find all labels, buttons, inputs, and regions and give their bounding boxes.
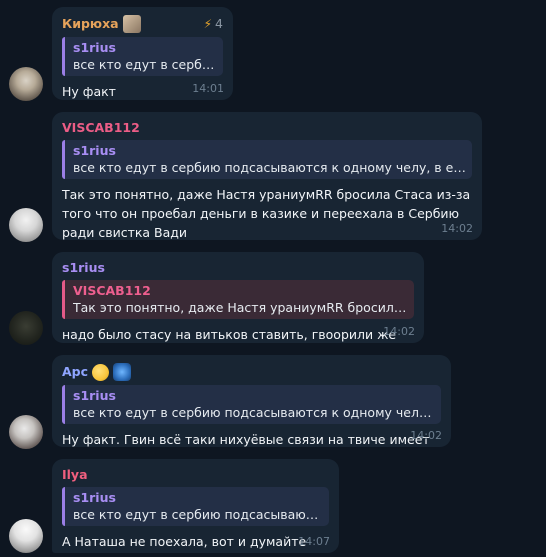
reply-text: все кто едут в сербию подсасываются к од… bbox=[73, 405, 435, 420]
message-bubble[interactable]: s1rius VISCAB112 Так это понятно, даже Н… bbox=[52, 252, 424, 343]
message-bubble[interactable]: VISCAB112 s1rius все кто едут в сербию п… bbox=[52, 112, 482, 240]
message-time: 14:01 bbox=[192, 82, 224, 95]
reply-quote[interactable]: s1rius все кто едут в сербию… bbox=[62, 37, 223, 76]
sender-name[interactable]: VISCAB112 bbox=[62, 120, 472, 136]
avatar[interactable] bbox=[9, 67, 43, 101]
message-time: 14:07 bbox=[298, 535, 330, 548]
message-text: А Наташа не поехала, вот и думайте bbox=[62, 534, 307, 549]
message-text: надо было стасу на витьков ставить, гвоо… bbox=[62, 327, 397, 342]
message-bubble[interactable]: Ilya s1rius все кто едут в сербию подсас… bbox=[52, 459, 339, 553]
sender-name-label: Кирюха bbox=[62, 16, 119, 31]
emoji-stitch-icon bbox=[113, 363, 132, 381]
message-time: 14:02 bbox=[383, 325, 415, 338]
sender-name[interactable]: Кирюха bbox=[62, 15, 223, 33]
message-time: 14:02 bbox=[410, 429, 442, 442]
status-emoji-icon bbox=[122, 15, 141, 33]
sender-name[interactable]: Ilya bbox=[62, 467, 329, 483]
reply-sender: s1rius bbox=[73, 490, 116, 505]
sender-name-label: VISCAB112 bbox=[62, 120, 140, 135]
sender-name-label: Ilya bbox=[62, 467, 88, 482]
emoji-face-icon bbox=[92, 363, 110, 381]
message-text: Так это понятно, даже Настя ураниумRR бр… bbox=[62, 187, 471, 240]
avatar[interactable] bbox=[9, 519, 43, 553]
reply-text: Так это понятно, даже Настя ураниумRR бр… bbox=[73, 300, 408, 315]
boost-badge[interactable]: ⚡ 4 bbox=[204, 16, 223, 31]
message-text: Ну факт. Гвин всё таки нихуёвые связи на… bbox=[62, 432, 430, 447]
reply-text: все кто едут в сербию… bbox=[73, 57, 217, 72]
chat-history: Кирюха ⚡ 4 s1rius все кто едут в сербию…… bbox=[0, 0, 546, 557]
sender-name-label: Apc bbox=[62, 364, 89, 379]
reply-quote[interactable]: s1rius все кто едут в сербию подсасывают… bbox=[62, 140, 472, 179]
reply-quote[interactable]: s1rius все кто едут в сербию подсасывают… bbox=[62, 487, 329, 526]
sender-name[interactable]: Apc bbox=[62, 363, 441, 381]
avatar[interactable] bbox=[9, 208, 43, 242]
reply-sender: VISCAB112 bbox=[73, 283, 151, 298]
boost-icon: ⚡ bbox=[203, 16, 213, 31]
reply-sender: s1rius bbox=[73, 388, 116, 403]
reply-text: все кто едут в сербию подсасываются … bbox=[73, 507, 323, 522]
avatar[interactable] bbox=[9, 311, 43, 345]
message-bubble[interactable]: Apc s1rius все кто едут в сербию подсасы… bbox=[52, 355, 451, 447]
sender-name[interactable]: s1rius bbox=[62, 260, 414, 276]
message-time: 14:02 bbox=[441, 222, 473, 235]
reply-text: все кто едут в сербию подсасываются к од… bbox=[73, 160, 466, 175]
reply-sender: s1rius bbox=[73, 40, 116, 55]
reply-quote[interactable]: VISCAB112 Так это понятно, даже Настя ур… bbox=[62, 280, 414, 319]
sender-name-label: s1rius bbox=[62, 260, 105, 275]
avatar[interactable] bbox=[9, 415, 43, 449]
reply-quote[interactable]: s1rius все кто едут в сербию подсасывают… bbox=[62, 385, 441, 424]
reply-sender: s1rius bbox=[73, 143, 116, 158]
message-bubble[interactable]: Кирюха ⚡ 4 s1rius все кто едут в сербию…… bbox=[52, 7, 233, 100]
boost-count: 4 bbox=[215, 16, 223, 31]
